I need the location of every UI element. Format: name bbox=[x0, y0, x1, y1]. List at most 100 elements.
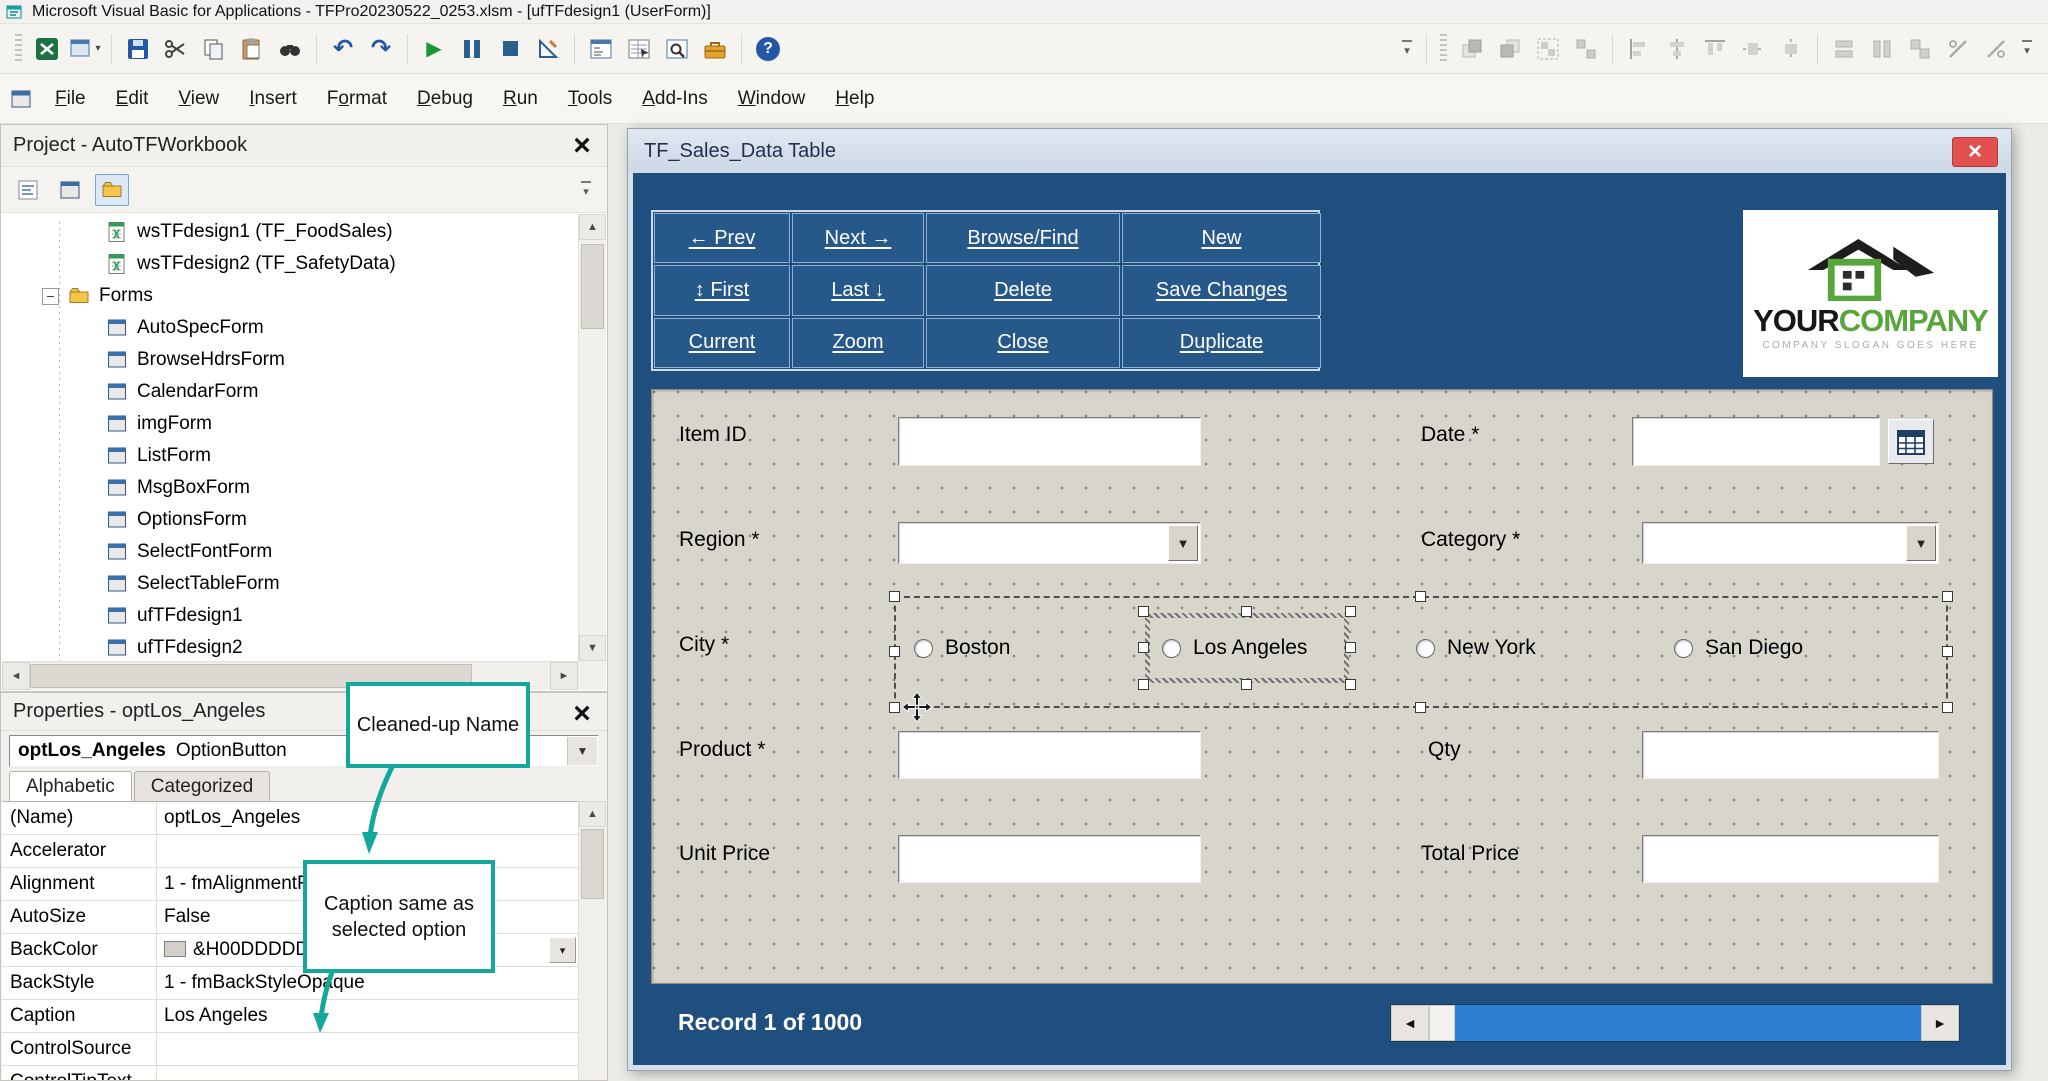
make-same-size-icon[interactable] bbox=[1902, 30, 1938, 68]
first-button[interactable]: ↕ First bbox=[654, 265, 790, 315]
tree-item-form[interactable]: OptionsForm bbox=[2, 504, 578, 536]
object-browser-icon[interactable] bbox=[659, 30, 695, 68]
close-icon[interactable]: × bbox=[563, 696, 601, 732]
resize-handle[interactable] bbox=[1415, 591, 1426, 602]
undo-icon[interactable]: ↶ bbox=[325, 30, 361, 68]
tree-item-form[interactable]: ListForm bbox=[2, 440, 578, 472]
resize-handle[interactable] bbox=[889, 591, 900, 602]
view-object-icon[interactable] bbox=[53, 174, 87, 206]
collapse-icon[interactable]: − bbox=[42, 288, 59, 305]
align-centers-icon[interactable] bbox=[1659, 30, 1695, 68]
menu-view[interactable]: View bbox=[163, 78, 234, 120]
menu-format[interactable]: Format bbox=[312, 78, 402, 120]
category-combobox[interactable]: ▼ bbox=[1642, 522, 1939, 564]
toolbar-drag-handle[interactable] bbox=[15, 34, 22, 64]
radio-icon[interactable] bbox=[1416, 639, 1435, 658]
browse-find-button[interactable]: Browse/Find bbox=[926, 213, 1120, 263]
option-los-angeles[interactable]: Los Angeles bbox=[1150, 618, 1344, 678]
scroll-left-icon[interactable]: ◄ bbox=[2, 662, 30, 690]
radio-icon[interactable] bbox=[1162, 639, 1181, 658]
tree-item-form[interactable]: BrowseHdrsForm bbox=[2, 344, 578, 376]
properties-vertical-scrollbar[interactable]: ▲ bbox=[578, 801, 606, 1080]
radio-icon[interactable] bbox=[1674, 639, 1693, 658]
date-input[interactable] bbox=[1632, 417, 1880, 466]
property-row[interactable]: (Name)optLos_Angeles bbox=[2, 802, 578, 835]
property-row[interactable]: ControlTipText bbox=[2, 1066, 578, 1080]
scroll-up-icon[interactable]: ▲ bbox=[579, 801, 606, 827]
prev-button[interactable]: ← Prev bbox=[654, 213, 790, 263]
scroll-down-icon[interactable]: ▼ bbox=[579, 635, 606, 661]
scroll-left-icon[interactable]: ◄ bbox=[1391, 1005, 1429, 1041]
insert-userform-icon[interactable]: ▾ bbox=[67, 30, 103, 68]
resize-handle[interactable] bbox=[1415, 702, 1426, 713]
next-button[interactable]: Next → bbox=[792, 213, 924, 263]
break-icon[interactable] bbox=[454, 30, 490, 68]
option-san-diego[interactable]: San Diego bbox=[1674, 636, 1803, 660]
menu-tools[interactable]: Tools bbox=[553, 78, 627, 120]
userform-window-icon[interactable] bbox=[10, 88, 32, 110]
align-lefts-icon[interactable] bbox=[1621, 30, 1657, 68]
menu-insert[interactable]: Insert bbox=[234, 78, 312, 120]
combobox-dropdown-icon[interactable]: ▼ bbox=[1906, 525, 1936, 561]
menu-debug[interactable]: Debug bbox=[402, 78, 488, 120]
design-mode-icon[interactable] bbox=[530, 30, 566, 68]
paste-icon[interactable] bbox=[234, 30, 270, 68]
scroll-right-icon[interactable]: ► bbox=[1921, 1005, 1959, 1041]
option-boston[interactable]: Boston bbox=[914, 636, 1010, 660]
align-tops-icon[interactable] bbox=[1697, 30, 1733, 68]
resize-handle[interactable] bbox=[889, 646, 900, 657]
tree-item-form[interactable]: CalendarForm bbox=[2, 376, 578, 408]
tab-alphabetic[interactable]: Alphabetic bbox=[9, 771, 132, 801]
properties-scroll-thumb[interactable] bbox=[581, 829, 604, 899]
make-same-width-icon[interactable] bbox=[1826, 30, 1862, 68]
delete-button[interactable]: Delete bbox=[926, 265, 1120, 315]
selected-control-los-angeles[interactable]: Los Angeles bbox=[1145, 613, 1349, 683]
help-icon[interactable]: ? bbox=[750, 30, 786, 68]
resize-handle[interactable] bbox=[1345, 679, 1356, 690]
property-row[interactable]: CaptionLos Angeles bbox=[2, 1000, 578, 1033]
product-input[interactable] bbox=[898, 731, 1201, 779]
region-combobox[interactable]: ▼ bbox=[898, 522, 1201, 564]
toggle-folders-icon[interactable] bbox=[95, 174, 129, 206]
scroll-right-icon[interactable]: ► bbox=[550, 662, 578, 690]
form-design-surface[interactable]: Item ID Date * Region * ▼ Category * ▼ C… bbox=[651, 389, 1993, 984]
menu-addins[interactable]: Add-Ins bbox=[627, 78, 723, 120]
tree-item-form[interactable]: ufTFdesign2 bbox=[2, 632, 578, 661]
zoom-button[interactable]: Zoom bbox=[792, 318, 924, 368]
redo-icon[interactable]: ↷ bbox=[363, 30, 399, 68]
menu-window[interactable]: Window bbox=[723, 78, 821, 120]
resize-handle[interactable] bbox=[1241, 679, 1252, 690]
menu-run[interactable]: Run bbox=[488, 78, 553, 120]
reset-icon[interactable] bbox=[492, 30, 528, 68]
userform-titlebar[interactable]: TF_Sales_Data Table × bbox=[628, 129, 2011, 173]
cut-icon[interactable] bbox=[158, 30, 194, 68]
property-row[interactable]: ControlSource bbox=[2, 1033, 578, 1066]
backcolor-dropdown-icon[interactable]: ▾ bbox=[549, 937, 576, 963]
group-icon[interactable] bbox=[1530, 30, 1566, 68]
resize-handle[interactable] bbox=[1942, 702, 1953, 713]
properties-window-icon[interactable] bbox=[621, 30, 657, 68]
send-to-back-icon[interactable] bbox=[1492, 30, 1528, 68]
tree-item-worksheet[interactable]: wsTFdesign2 (TF_SafetyData) bbox=[2, 248, 578, 280]
tree-item-form[interactable]: SelectFontForm bbox=[2, 536, 578, 568]
radio-icon[interactable] bbox=[914, 639, 933, 658]
item-id-input[interactable] bbox=[898, 417, 1201, 466]
tree-item-form[interactable]: MsgBoxForm bbox=[2, 472, 578, 504]
tree-item-form[interactable]: imgForm bbox=[2, 408, 578, 440]
tree-item-form[interactable]: ufTFdesign1 bbox=[2, 600, 578, 632]
combobox-dropdown-icon[interactable]: ▼ bbox=[1168, 525, 1198, 561]
new-button[interactable]: New bbox=[1122, 213, 1321, 263]
project-explorer-icon[interactable] bbox=[583, 30, 619, 68]
qty-input[interactable] bbox=[1642, 731, 1939, 779]
combobox-dropdown-icon[interactable]: ▼ bbox=[567, 737, 597, 765]
tree-vertical-scrollbar[interactable]: ▲ ▼ bbox=[578, 214, 606, 661]
tree-item-form[interactable]: SelectTableForm bbox=[2, 568, 578, 600]
panel-options-icon[interactable]: ▾ bbox=[575, 171, 597, 209]
resize-handle[interactable] bbox=[1345, 606, 1356, 617]
record-scroll-thumb[interactable] bbox=[1429, 1005, 1455, 1041]
ungroup-icon[interactable] bbox=[1568, 30, 1604, 68]
duplicate-button[interactable]: Duplicate bbox=[1122, 318, 1321, 368]
resize-handle[interactable] bbox=[1241, 606, 1252, 617]
current-button[interactable]: Current bbox=[654, 318, 790, 368]
menu-help[interactable]: Help bbox=[820, 78, 889, 120]
